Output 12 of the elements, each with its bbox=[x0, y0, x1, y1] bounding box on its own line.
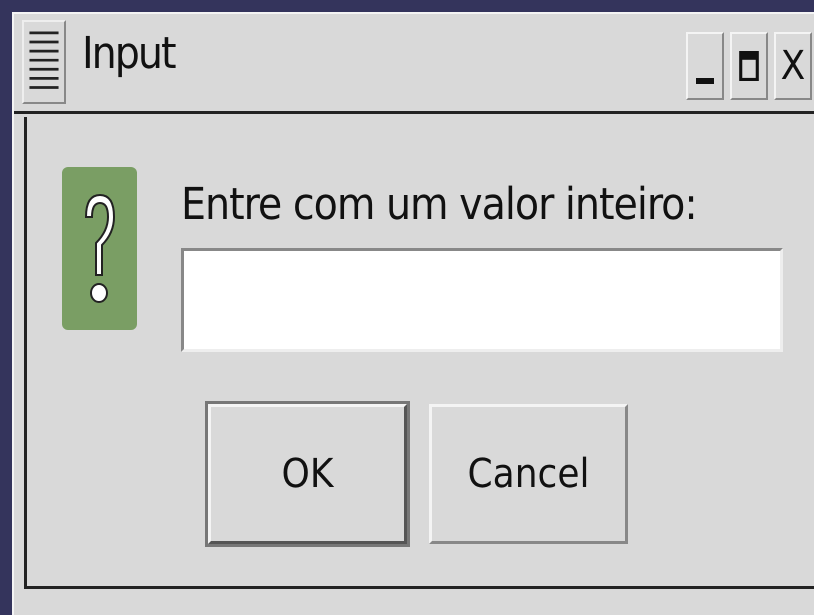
minimize-icon bbox=[696, 78, 714, 84]
window-title: Input bbox=[81, 27, 176, 81]
menu-icon[interactable] bbox=[22, 20, 66, 104]
cancel-button[interactable]: Cancel bbox=[429, 404, 628, 544]
close-button[interactable]: X bbox=[774, 32, 812, 100]
question-icon bbox=[62, 167, 137, 330]
maximize-button[interactable] bbox=[730, 32, 768, 100]
prompt-text: Entre com um valor inteiro: bbox=[181, 179, 698, 230]
minimize-button[interactable] bbox=[686, 32, 724, 100]
input-field[interactable] bbox=[181, 248, 783, 352]
maximize-icon bbox=[739, 51, 759, 81]
ok-button[interactable]: OK bbox=[208, 404, 407, 544]
